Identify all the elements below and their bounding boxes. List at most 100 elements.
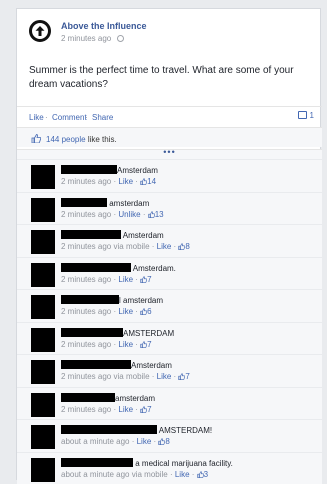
avatar[interactable] bbox=[31, 295, 55, 319]
comment-like-count[interactable]: 7 bbox=[185, 372, 189, 381]
comment-item: Amsterdam 2 minutes ago · Like · 14 bbox=[17, 159, 322, 192]
view-more-comments[interactable]: ••• bbox=[17, 149, 322, 159]
redaction-bar bbox=[61, 230, 121, 239]
comment-like-button[interactable]: Like bbox=[118, 275, 133, 284]
avatar[interactable] bbox=[31, 393, 55, 417]
avatar[interactable] bbox=[31, 165, 55, 189]
comment-line: AMSTERDAM bbox=[61, 328, 174, 338]
comment-item: Amsterdam 2 minutes ago via mobile · Lik… bbox=[17, 224, 322, 257]
post-timestamp[interactable]: 2 minutes ago bbox=[61, 34, 124, 43]
post-actions-bar: Like · Comment · Share 1 bbox=[17, 106, 322, 125]
comment-like-count[interactable]: 3 bbox=[204, 470, 208, 479]
avatar[interactable] bbox=[31, 263, 55, 287]
comment-meta: 2 minutes ago · Like · 6 bbox=[61, 307, 152, 316]
redaction-bar bbox=[61, 165, 117, 174]
comment-time[interactable]: 2 minutes ago bbox=[61, 275, 111, 284]
comment-like-count[interactable]: 7 bbox=[147, 275, 151, 284]
redaction-bar bbox=[61, 328, 123, 337]
comment-text: l amsterdam bbox=[119, 296, 163, 305]
comment-list: Amsterdam 2 minutes ago · Like · 14 amst… bbox=[17, 159, 322, 484]
more-dots[interactable]: ••• bbox=[17, 147, 322, 157]
redaction-bar bbox=[61, 295, 119, 304]
avatar[interactable] bbox=[31, 328, 55, 352]
like-button[interactable]: Like bbox=[29, 113, 44, 122]
comment-time[interactable]: 2 minutes ago bbox=[61, 340, 111, 349]
speech-bubble-icon bbox=[298, 111, 307, 119]
comment-count[interactable]: 1 bbox=[298, 111, 314, 120]
post-time-text[interactable]: 2 minutes ago bbox=[61, 34, 111, 43]
comment-time[interactable]: 2 minutes ago bbox=[61, 242, 111, 251]
comment-time[interactable]: 2 minutes ago bbox=[61, 307, 111, 316]
comment-like-button[interactable]: Like bbox=[118, 340, 133, 349]
comment-like-button[interactable]: Like bbox=[175, 470, 190, 479]
comment-meta: about a minute ago · Like · 8 bbox=[61, 437, 170, 446]
redaction-bar bbox=[61, 263, 131, 272]
thumbs-up-icon bbox=[31, 134, 41, 143]
likes-count-link[interactable]: 144 people bbox=[46, 135, 86, 144]
comment-like-count[interactable]: 7 bbox=[147, 405, 151, 414]
comment-button[interactable]: Comment bbox=[52, 113, 87, 122]
likes-text: 144 people like this. bbox=[46, 135, 117, 144]
comment-line: Amsterdam. bbox=[61, 263, 176, 273]
comment-like-count[interactable]: 14 bbox=[147, 177, 156, 186]
share-button[interactable]: Share bbox=[92, 113, 113, 122]
avatar[interactable] bbox=[31, 230, 55, 254]
avatar[interactable] bbox=[31, 425, 55, 449]
comment-time[interactable]: about a minute ago bbox=[61, 470, 130, 479]
separator: · bbox=[85, 113, 88, 122]
comment-count-value: 1 bbox=[310, 111, 314, 120]
comment-meta: 2 minutes ago · Like · 7 bbox=[61, 405, 152, 414]
comment-item: Amsterdam. 2 minutes ago · Like · 7 bbox=[17, 257, 322, 290]
comment-item: l amsterdam 2 minutes ago · Like · 6 bbox=[17, 289, 322, 322]
comment-time[interactable]: 2 minutes ago bbox=[61, 372, 111, 381]
comment-meta: about a minute ago via mobile · Like · 3 bbox=[61, 470, 208, 479]
comment-line: l amsterdam bbox=[61, 295, 163, 305]
redaction-bar bbox=[61, 360, 131, 369]
comment-item: amsterdam 2 minutes ago · Like · 7 bbox=[17, 387, 322, 420]
comment-text: Amsterdam bbox=[131, 361, 172, 370]
comment-time[interactable]: 2 minutes ago bbox=[61, 177, 111, 186]
comment-like-count[interactable]: 8 bbox=[165, 437, 169, 446]
comment-like-count[interactable]: 6 bbox=[147, 307, 151, 316]
comment-text: AMSTERDAM bbox=[123, 329, 174, 338]
post-message: Summer is the perfect time to travel. Wh… bbox=[29, 64, 299, 92]
comment-like-button[interactable]: Like bbox=[118, 405, 133, 414]
comment-text: amsterdam bbox=[115, 394, 155, 403]
comment-like-count[interactable]: 13 bbox=[155, 210, 164, 219]
comment-like-button[interactable]: Like bbox=[118, 177, 133, 186]
comment-line: Amsterdam bbox=[61, 165, 158, 175]
avatar[interactable] bbox=[31, 198, 55, 222]
comment-line: AMSTERDAM! bbox=[61, 425, 212, 435]
likes-summary: 144 people like this. bbox=[17, 127, 322, 147]
comment-like-button[interactable]: Like bbox=[137, 437, 152, 446]
comment-like-button[interactable]: Like bbox=[118, 307, 133, 316]
comment-meta: 2 minutes ago · Like · 14 bbox=[61, 177, 156, 186]
page-logo-icon[interactable] bbox=[29, 20, 51, 42]
avatar[interactable] bbox=[31, 458, 55, 482]
comment-item: AMSTERDAM 2 minutes ago · Like · 7 bbox=[17, 322, 322, 355]
comment-like-button[interactable]: Like bbox=[157, 242, 172, 251]
comment-item: amsterdam 2 minutes ago · Unlike · 13 bbox=[17, 192, 322, 225]
comment-time[interactable]: 2 minutes ago bbox=[61, 210, 111, 219]
redaction-bar bbox=[61, 198, 107, 207]
comment-meta: 2 minutes ago via mobile · Like · 7 bbox=[61, 372, 190, 381]
comment-time[interactable]: 2 minutes ago bbox=[61, 405, 111, 414]
comment-like-count[interactable]: 7 bbox=[147, 340, 151, 349]
comment-time[interactable]: about a minute ago bbox=[61, 437, 130, 446]
comment-meta: 2 minutes ago via mobile · Like · 8 bbox=[61, 242, 190, 251]
separator: · bbox=[45, 113, 48, 122]
page-name-link[interactable]: Above the Influence bbox=[61, 21, 147, 31]
comment-text: AMSTERDAM! bbox=[159, 426, 212, 435]
comment-text: amsterdam bbox=[109, 199, 149, 208]
comment-meta: 2 minutes ago · Like · 7 bbox=[61, 340, 152, 349]
redaction-bar bbox=[61, 425, 157, 434]
comment-like-button[interactable]: Like bbox=[157, 372, 172, 381]
comment-line: a medical marijuana facility. bbox=[61, 458, 233, 468]
thumbs-up-icon bbox=[148, 211, 155, 218]
comment-meta: 2 minutes ago · Unlike · 13 bbox=[61, 210, 164, 219]
comment-text: Amsterdam. bbox=[133, 264, 176, 273]
comment-like-count[interactable]: 8 bbox=[185, 242, 189, 251]
comment-line: Amsterdam bbox=[61, 230, 164, 240]
avatar[interactable] bbox=[31, 360, 55, 384]
comment-unlike-button[interactable]: Unlike bbox=[118, 210, 140, 219]
